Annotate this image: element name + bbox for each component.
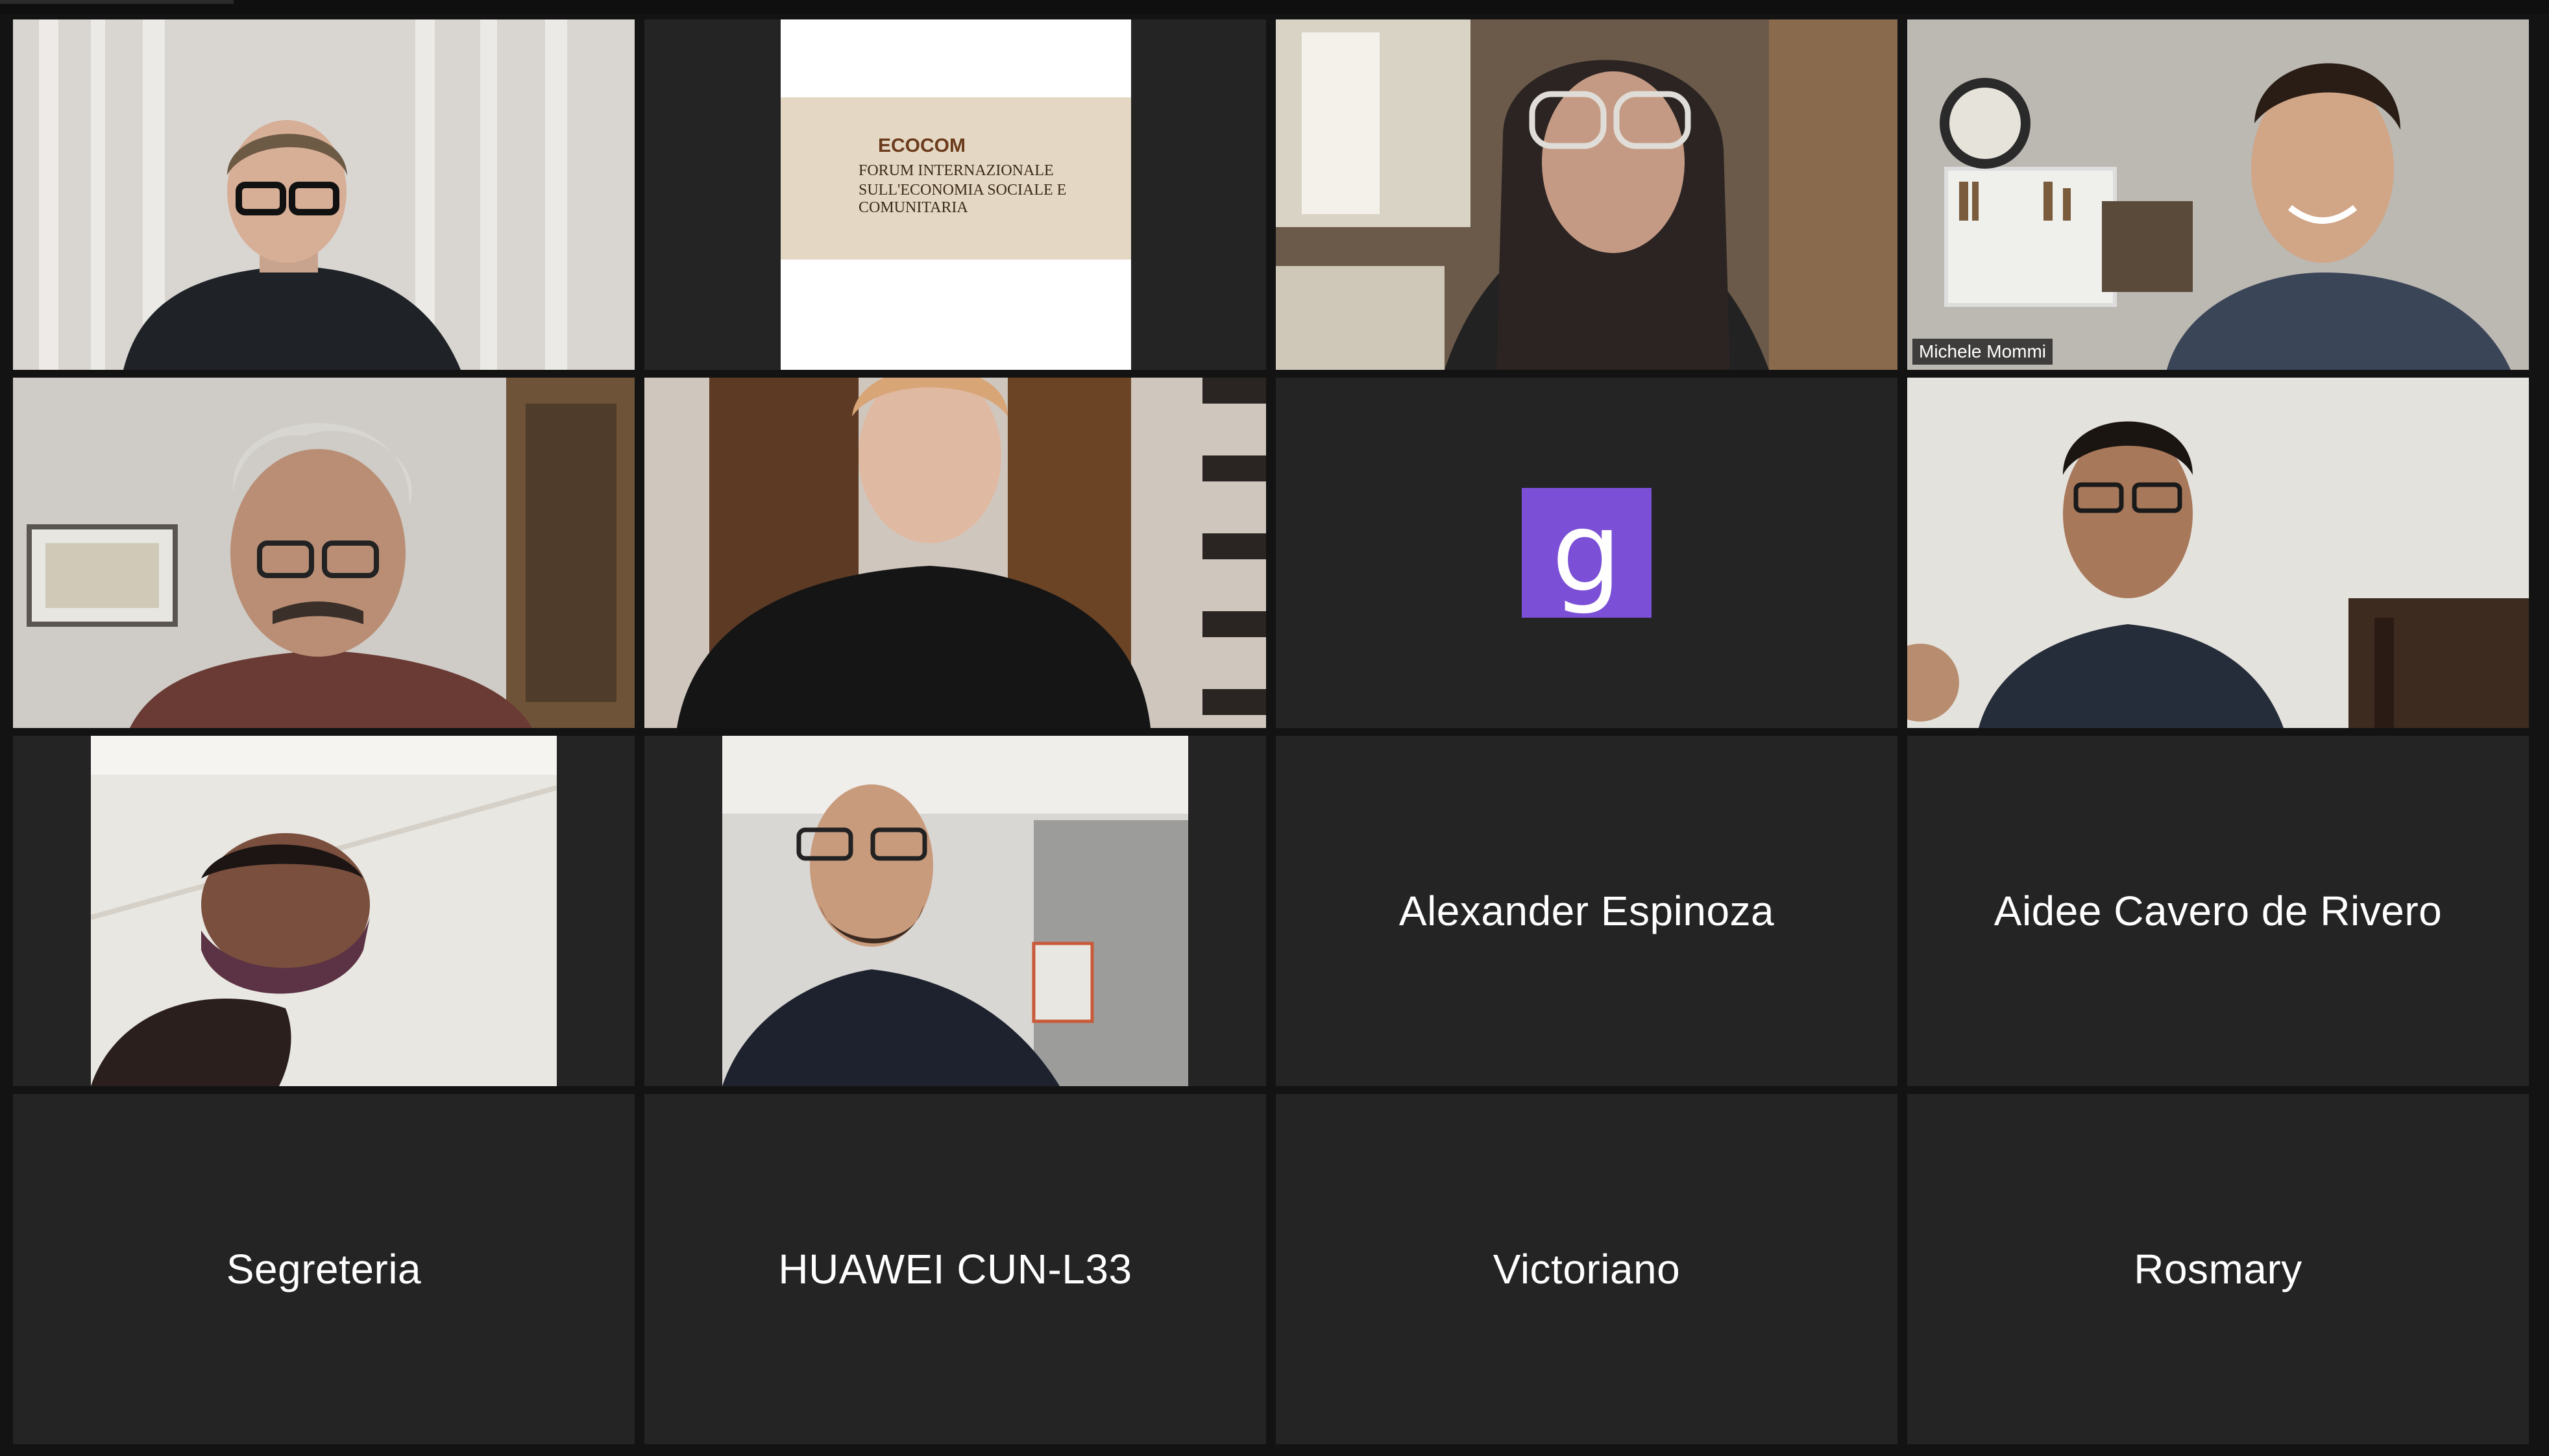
participant-video-10: [722, 736, 1188, 1086]
participant-name: Segreteria: [226, 1246, 422, 1292]
slide-logo: ECOCOM: [878, 135, 966, 156]
participant-video-3: [1276, 19, 1897, 370]
participant-video-1: [13, 19, 635, 370]
participant-video-8: [1907, 378, 2529, 728]
participant-tile-6[interactable]: [644, 378, 1266, 728]
participant-tile-8[interactable]: [1907, 378, 2529, 728]
participant-video-9: [91, 736, 557, 1086]
participant-name: Rosmary: [2134, 1246, 2302, 1292]
slide-title-line-2: SULL'ECONOMIA SOCIALE E COMUNITARIA: [859, 182, 1067, 216]
participant-tile-12[interactable]: Aidee Cavero de Rivero: [1907, 736, 2529, 1086]
participant-name: Alexander Espinoza: [1398, 888, 1775, 934]
participant-video-5: [13, 378, 635, 728]
participant-tile-15[interactable]: Victoriano: [1276, 1094, 1897, 1444]
participant-name: Victoriano: [1493, 1246, 1681, 1292]
tab-indicator: [0, 0, 234, 4]
participant-tile-10[interactable]: [644, 736, 1266, 1086]
gallery-view-grid: ECOCOM FORUM INTERNAZIONALE SULL'ECONOMI…: [13, 19, 2529, 1444]
participant-tile-16[interactable]: Rosmary: [1907, 1094, 2529, 1444]
participant-avatar: g: [1522, 488, 1652, 618]
participant-tile-4[interactable]: Michele Mommi: [1907, 19, 2529, 370]
participant-name: HUAWEI CUN-L33: [778, 1246, 1132, 1292]
shared-slide: ECOCOM FORUM INTERNAZIONALE SULL'ECONOMI…: [781, 19, 1131, 370]
participant-tile-14[interactable]: HUAWEI CUN-L33: [644, 1094, 1266, 1444]
participant-tile-9[interactable]: [13, 736, 635, 1086]
participant-tile-7[interactable]: g: [1276, 378, 1897, 728]
participant-tile-11[interactable]: Alexander Espinoza: [1276, 736, 1897, 1086]
slide-title-line-1: FORUM INTERNAZIONALE: [859, 162, 1054, 179]
participant-name-tag: Michele Mommi: [1912, 339, 2053, 365]
participant-tile-3[interactable]: [1276, 19, 1897, 370]
participant-video-4: [1907, 19, 2529, 370]
participant-tile-5[interactable]: [13, 378, 635, 728]
participant-tile-1[interactable]: [13, 19, 635, 370]
participant-tile-13[interactable]: Segreteria: [13, 1094, 635, 1444]
window-top-bar: [0, 0, 2549, 14]
participant-video-6: [644, 378, 1266, 728]
participant-tile-2[interactable]: ECOCOM FORUM INTERNAZIONALE SULL'ECONOMI…: [644, 19, 1266, 370]
participant-name: Aidee Cavero de Rivero: [1994, 888, 2443, 934]
